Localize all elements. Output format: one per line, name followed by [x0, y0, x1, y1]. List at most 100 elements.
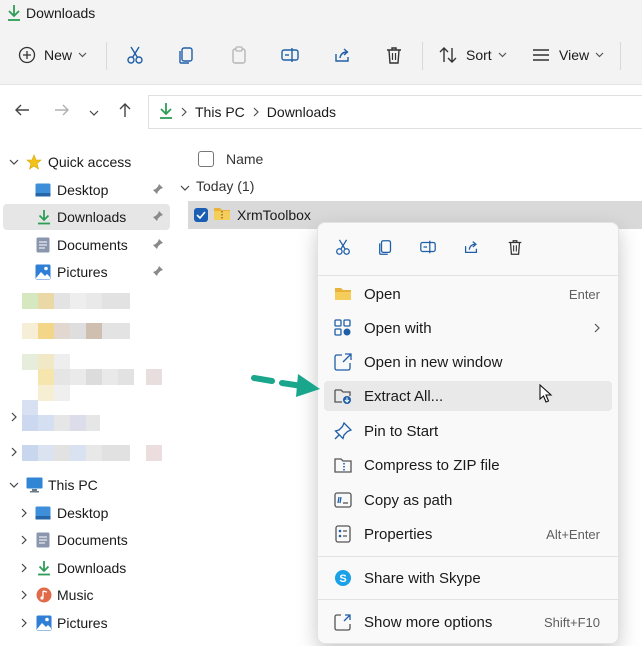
forward-button[interactable] — [50, 99, 74, 123]
chevron-right-icon[interactable] — [18, 589, 30, 601]
sidebar-item-label: Quick access — [48, 154, 132, 170]
copy-button[interactable] — [175, 38, 199, 72]
navigation-pane: Quick access Desktop Downloads Documents — [0, 140, 172, 646]
breadcrumb-this-pc[interactable]: This PC — [195, 104, 245, 120]
documents-icon — [36, 237, 52, 253]
context-cut-button[interactable] — [331, 236, 355, 260]
pin-icon[interactable] — [152, 209, 164, 225]
desktop-icon — [35, 505, 51, 521]
more-options-icon — [334, 613, 352, 631]
sidebar-item-pc-downloads[interactable]: Downloads — [0, 555, 170, 581]
sidebar-item-pictures[interactable]: Pictures — [0, 259, 170, 285]
context-copy-button[interactable] — [374, 236, 398, 260]
sidebar-item-label: Desktop — [57, 505, 109, 521]
pin-icon[interactable] — [152, 182, 164, 198]
select-all-checkbox[interactable] — [198, 151, 214, 167]
zip-folder-icon — [213, 206, 231, 224]
back-button[interactable] — [10, 99, 34, 123]
sidebar-item-pc-desktop[interactable]: Desktop — [0, 500, 170, 526]
sidebar-item-pc-music[interactable]: Music — [0, 582, 170, 608]
menu-item-label: Show more options — [364, 613, 493, 631]
view-button[interactable]: View — [531, 38, 604, 72]
rename-button[interactable] — [278, 38, 302, 72]
chevron-right-icon — [253, 104, 259, 120]
pictures-icon — [35, 264, 51, 280]
chevron-right-icon[interactable] — [18, 534, 30, 546]
sort-icon — [438, 46, 458, 64]
desktop-icon — [35, 182, 51, 198]
sidebar-item-pc-pictures[interactable]: Pictures — [0, 610, 170, 636]
extract-icon — [334, 387, 352, 405]
new-label: New — [44, 47, 73, 63]
row-checkbox[interactable] — [194, 208, 208, 222]
context-rename-button[interactable] — [416, 236, 440, 260]
recent-locations-button[interactable] — [82, 99, 106, 123]
menu-item-copy-as-path[interactable]: Copy as path — [324, 485, 612, 515]
delete-button[interactable] — [382, 38, 406, 72]
chevron-right-icon[interactable] — [18, 507, 30, 519]
share-button[interactable] — [330, 38, 354, 72]
chevron-right-icon[interactable] — [18, 617, 30, 629]
menu-item-open-new-window[interactable]: Open in new window — [324, 347, 612, 377]
sort-label: Sort — [466, 47, 492, 63]
chevron-down-icon[interactable] — [8, 479, 20, 491]
pin-icon[interactable] — [152, 264, 164, 280]
copy-icon — [377, 238, 395, 259]
sort-button[interactable]: Sort — [438, 38, 507, 72]
menu-item-label: Extract All... — [364, 387, 444, 405]
sidebar-item-downloads[interactable]: Downloads — [3, 204, 170, 230]
sidebar-item-label: Music — [57, 587, 94, 603]
sidebar-item-label: Documents — [57, 237, 128, 253]
file-name: XrmToolbox — [237, 207, 311, 223]
sidebar-item-quick-access[interactable]: Quick access — [0, 149, 170, 175]
menu-item-open[interactable]: Open Enter — [324, 279, 612, 309]
sidebar-item-desktop[interactable]: Desktop — [0, 177, 170, 203]
annotation-arrow — [250, 366, 322, 403]
menu-item-share-with-skype[interactable]: S Share with Skype — [324, 563, 612, 593]
share-icon — [462, 238, 480, 259]
svg-text:S: S — [339, 573, 346, 585]
sidebar-item-pc-documents[interactable]: Documents — [0, 527, 170, 553]
arrow-right-icon — [54, 103, 70, 120]
sidebar-item-documents[interactable]: Documents — [0, 232, 170, 258]
menu-item-properties[interactable]: Properties Alt+Enter — [324, 519, 612, 549]
pin-icon[interactable] — [152, 237, 164, 253]
address-bar[interactable]: This PC Downloads — [148, 95, 642, 129]
column-header-name[interactable]: Name — [198, 146, 263, 172]
folder-open-icon — [334, 285, 352, 303]
toolbar-divider — [620, 42, 621, 70]
menu-item-shortcut: Alt+Enter — [546, 526, 600, 542]
sidebar-item-this-pc[interactable]: This PC — [0, 472, 170, 498]
group-header[interactable]: Today (1) — [180, 176, 254, 196]
context-share-button[interactable] — [459, 236, 483, 260]
view-label: View — [559, 47, 590, 63]
cut-button[interactable] — [123, 38, 147, 72]
new-button[interactable]: New — [18, 38, 87, 72]
rename-icon — [280, 45, 300, 65]
chevron-right-icon[interactable] — [8, 411, 20, 423]
sidebar-item-label: Desktop — [57, 182, 109, 198]
chevron-right-icon[interactable] — [18, 562, 30, 574]
chevron-right-icon[interactable] — [8, 446, 20, 458]
arrow-left-icon — [14, 103, 30, 120]
chevron-down-icon — [180, 178, 190, 194]
copy-icon — [177, 45, 197, 65]
menu-item-show-more-options[interactable]: Show more options Shift+F10 — [324, 607, 612, 637]
menu-item-open-with[interactable]: Open with — [324, 313, 612, 343]
chevron-down-icon[interactable] — [8, 156, 20, 168]
new-window-icon — [334, 353, 352, 371]
toolbar-divider — [106, 42, 107, 70]
menu-item-shortcut: Shift+F10 — [543, 614, 600, 630]
menu-item-compress-zip[interactable]: Compress to ZIP file — [324, 450, 612, 480]
scissors-icon — [125, 45, 145, 65]
title-bar: Downloads — [0, 0, 642, 28]
context-delete-button[interactable] — [503, 236, 527, 260]
paste-button[interactable] — [227, 38, 251, 72]
delete-icon — [506, 238, 524, 259]
menu-item-pin-to-start[interactable]: Pin to Start — [324, 416, 612, 446]
address-row: This PC Downloads — [0, 85, 642, 137]
menu-divider — [318, 556, 618, 557]
up-button[interactable] — [113, 99, 137, 123]
breadcrumb-downloads[interactable]: Downloads — [267, 104, 336, 120]
menu-item-extract-all[interactable]: Extract All... — [324, 381, 612, 411]
